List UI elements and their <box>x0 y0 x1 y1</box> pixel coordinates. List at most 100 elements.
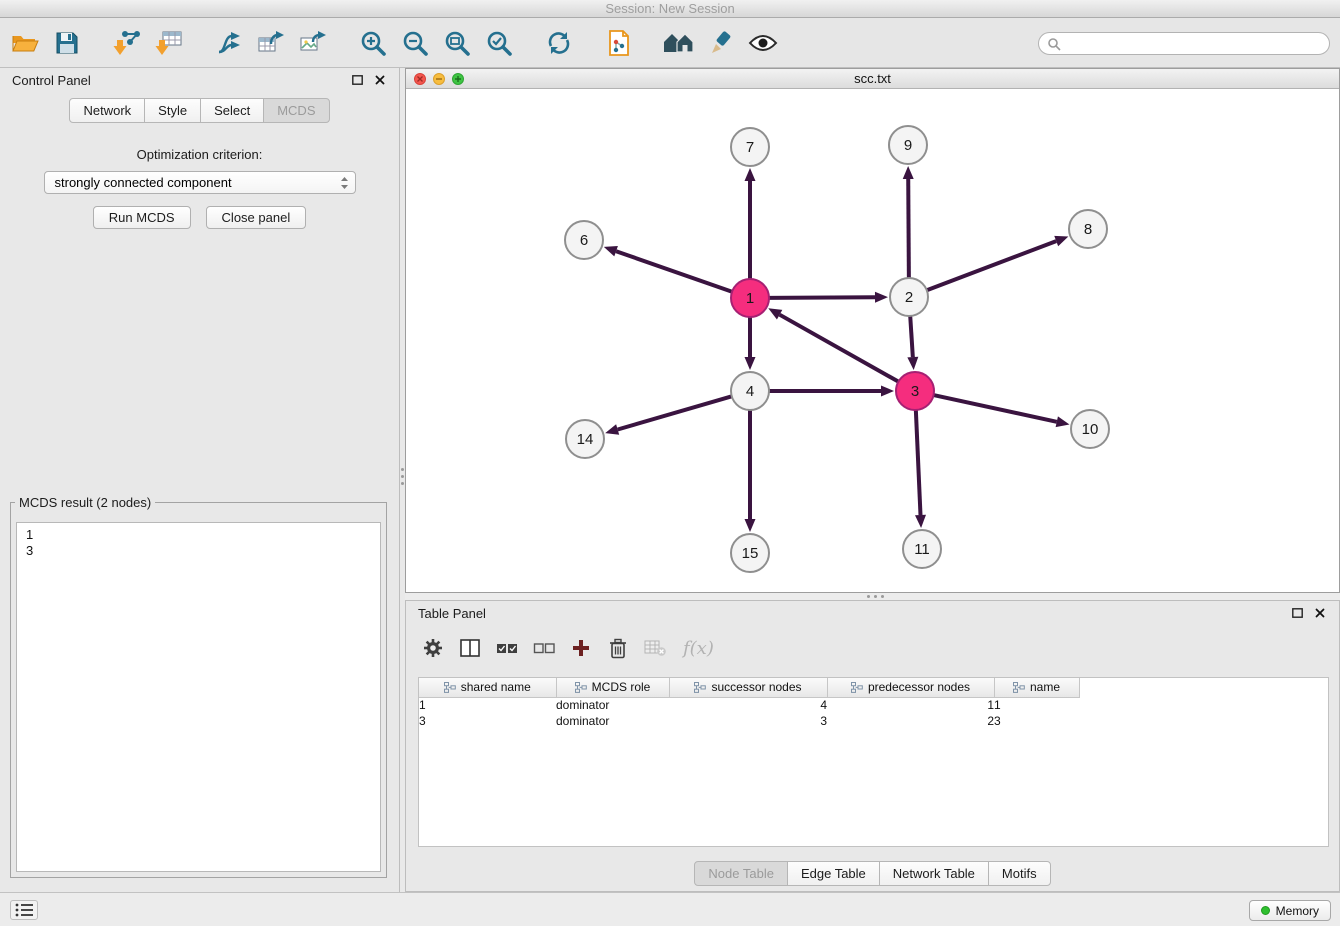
network-window-title: scc.txt <box>854 71 891 86</box>
hierarchy-icon <box>444 682 456 693</box>
float-panel-button[interactable] <box>350 73 364 87</box>
graph-edge-4-14[interactable] <box>618 396 732 429</box>
column-header-mcds-role[interactable]: MCDS role <box>556 678 669 697</box>
app-title-bar: Session: New Session <box>0 0 1340 18</box>
graph-edge-2-8[interactable] <box>927 241 1056 290</box>
zoom-selected-icon <box>486 30 512 56</box>
tab-mcds[interactable]: MCDS <box>263 98 329 123</box>
open-document-button[interactable] <box>602 24 636 62</box>
tab-edge-table[interactable]: Edge Table <box>787 861 880 886</box>
format-style-button[interactable] <box>704 24 738 62</box>
search-box <box>1038 32 1330 55</box>
column-header-predecessor-nodes[interactable]: predecessor nodes <box>827 678 994 697</box>
show-graphics-details-button[interactable] <box>746 24 780 62</box>
float-table-panel-button[interactable] <box>1290 606 1304 620</box>
table-row[interactable]: 1dominator411 <box>419 697 1079 713</box>
float-window-icon <box>352 75 363 85</box>
graph-edge-3-10[interactable] <box>934 395 1057 422</box>
deselect-all-columns-button[interactable] <box>531 634 557 662</box>
window-controls <box>414 73 464 85</box>
graph-edge-1-6[interactable] <box>616 251 732 292</box>
graph-edge-3-1[interactable] <box>780 315 899 382</box>
import-network-from-file-button[interactable] <box>110 24 144 62</box>
columns-icon <box>460 639 480 657</box>
graph-edge-1-2[interactable] <box>769 297 875 298</box>
hierarchy-icon <box>575 682 587 693</box>
table-cell: 3 <box>419 713 556 729</box>
tab-node-table[interactable]: Node Table <box>694 861 788 886</box>
marker-icon <box>708 31 734 55</box>
select-all-columns-button[interactable] <box>494 634 520 662</box>
node-table: shared name MCDS role successor nodes pr… <box>418 677 1329 847</box>
import-table-from-file-button[interactable] <box>152 24 186 62</box>
import-network-icon <box>113 30 141 56</box>
graph-edge-arrow <box>875 292 888 303</box>
tab-network-table[interactable]: Network Table <box>879 861 989 886</box>
create-column-button[interactable] <box>568 634 594 662</box>
show-columns-button[interactable] <box>457 634 483 662</box>
export-table-button[interactable] <box>254 24 288 62</box>
tab-select[interactable]: Select <box>200 98 264 123</box>
table-cell: 1 <box>827 697 994 713</box>
table-panel: Table Panel <box>405 600 1340 892</box>
close-control-panel-button[interactable] <box>373 73 387 87</box>
run-mcds-button[interactable]: Run MCDS <box>93 206 191 229</box>
branch-arrows-icon <box>216 31 242 55</box>
mcds-buttons-row: Run MCDS Close panel <box>0 206 399 229</box>
graph-edge-arrow <box>745 357 756 370</box>
zoom-fit-button[interactable] <box>440 24 474 62</box>
save-floppy-icon <box>55 31 79 55</box>
splitter-handle <box>867 595 870 598</box>
new-network-button[interactable] <box>212 24 246 62</box>
close-panel-button[interactable]: Close panel <box>206 206 307 229</box>
delete-column-button[interactable] <box>605 634 631 662</box>
memory-label: Memory <box>1276 904 1319 918</box>
refresh-view-button[interactable] <box>542 24 576 62</box>
first-neighbors-button[interactable] <box>662 24 696 62</box>
refresh-icon <box>546 30 572 56</box>
tab-network[interactable]: Network <box>69 98 145 123</box>
horizontal-splitter[interactable] <box>405 593 1340 600</box>
minimize-window-button[interactable] <box>433 73 445 85</box>
open-folder-icon <box>11 31 39 55</box>
export-image-button[interactable] <box>296 24 330 62</box>
delete-table-icon <box>644 639 666 657</box>
graph-node-label: 8 <box>1084 221 1092 238</box>
zoom-in-button[interactable] <box>356 24 390 62</box>
table-options-button[interactable] <box>420 634 446 662</box>
column-label: MCDS role <box>592 680 651 694</box>
zoom-selected-button[interactable] <box>482 24 516 62</box>
graph-edge-2-3[interactable] <box>910 316 913 357</box>
graph-edge-3-11[interactable] <box>916 410 921 515</box>
optimization-criterion-label: Optimization criterion: <box>0 147 399 162</box>
save-session-button[interactable] <box>50 24 84 62</box>
criterion-select[interactable]: strongly connected component <box>44 171 356 194</box>
task-history-button[interactable] <box>10 900 38 920</box>
tab-motifs[interactable]: Motifs <box>988 861 1051 886</box>
trash-icon <box>609 638 627 659</box>
gear-icon <box>423 638 443 658</box>
network-canvas[interactable]: 7968124314101511 <box>406 90 1339 592</box>
mcds-result-list[interactable]: 1 3 <box>16 522 381 872</box>
column-header-shared-name[interactable]: shared name <box>419 678 556 697</box>
network-window-titlebar[interactable]: scc.txt <box>406 69 1339 89</box>
graph-edge-arrow <box>745 519 756 532</box>
open-session-button[interactable] <box>8 24 42 62</box>
table-panel-header: Table Panel <box>406 601 1339 625</box>
graph-node-label: 7 <box>746 139 754 156</box>
table-row[interactable]: 3dominator323 <box>419 713 1079 729</box>
column-header-name[interactable]: name <box>994 678 1079 697</box>
maximize-window-button[interactable] <box>452 73 464 85</box>
close-window-button[interactable] <box>414 73 426 85</box>
graph-edge-2-9[interactable] <box>908 179 909 278</box>
column-label: shared name <box>461 680 531 694</box>
splitter-handle <box>401 468 404 471</box>
search-input[interactable] <box>1061 36 1329 51</box>
tab-style[interactable]: Style <box>144 98 201 123</box>
column-header-successor-nodes[interactable]: successor nodes <box>669 678 827 697</box>
table-cell: 3 <box>994 713 1079 729</box>
memory-button[interactable]: Memory <box>1249 900 1331 921</box>
hierarchy-icon <box>851 682 863 693</box>
close-table-panel-button[interactable] <box>1313 606 1327 620</box>
zoom-out-button[interactable] <box>398 24 432 62</box>
